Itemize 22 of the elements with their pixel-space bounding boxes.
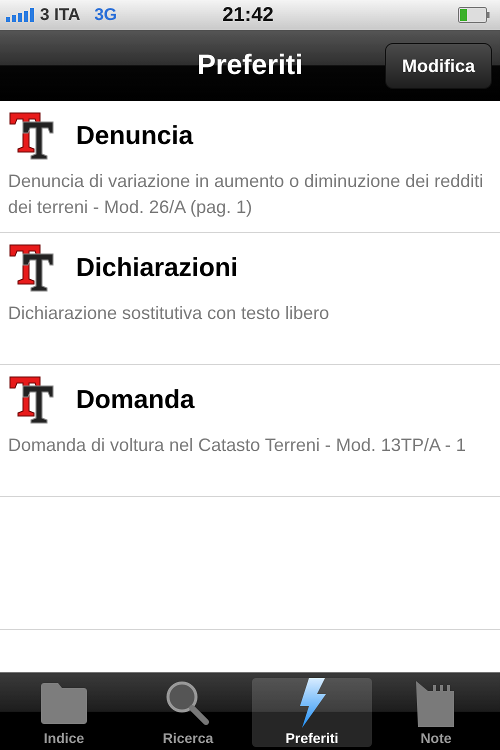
list-row[interactable]: Denuncia Denuncia di variazione in aumento o diminuzione dei redditi dei terreni - Mod. 26/A (pag. 1) bbox=[0, 101, 500, 233]
edit-button[interactable]: Modifica bbox=[384, 43, 492, 89]
carrier-name: 3 ITA bbox=[40, 5, 80, 25]
item-description: Dichiarazione sostitutiva con testo libero bbox=[8, 302, 330, 325]
list-row[interactable]: Domanda Domanda di voltura nel Catasto Terreni - Mod. 13TP/A - 1 bbox=[0, 365, 500, 497]
item-title: Denuncia bbox=[76, 120, 194, 150]
lightning-icon bbox=[297, 678, 327, 728]
item-title: Dichiarazioni bbox=[76, 252, 238, 282]
item-description: Denuncia di variazione in aumento o diminuzione dei redditi dei terreni - Mod. 26/A (pag. 1) bbox=[8, 170, 484, 219]
tab[interactable]: Ricerca bbox=[128, 678, 248, 747]
item-description: Domanda di voltura nel Catasto Terreni - Mod. 13TP/A - 1 bbox=[8, 434, 467, 457]
tab[interactable]: Note bbox=[376, 678, 496, 747]
signal-icon bbox=[6, 8, 36, 22]
tab[interactable]: Preferiti bbox=[252, 678, 372, 747]
list-row[interactable]: Dichiarazioni Dichiarazione sostitutiva con testo libero bbox=[0, 233, 500, 365]
clock-time: 21:42 bbox=[222, 4, 274, 26]
network-type: 3G bbox=[94, 5, 117, 25]
folder-icon bbox=[39, 682, 89, 724]
screen-title: Preferiti bbox=[197, 49, 303, 81]
tab[interactable]: Indice bbox=[4, 678, 124, 747]
battery-icon bbox=[458, 7, 490, 23]
item-title: Domanda bbox=[76, 384, 194, 414]
